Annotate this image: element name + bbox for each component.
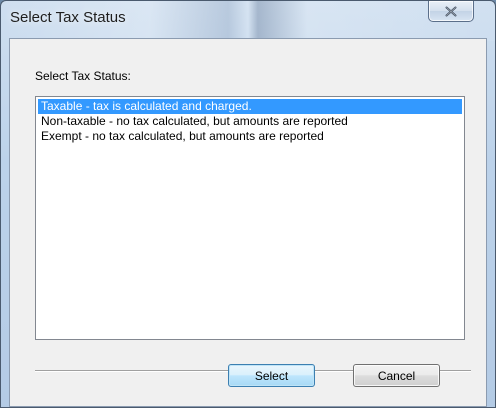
select-button-label: Select	[254, 368, 289, 383]
list-item[interactable]: Taxable - tax is calculated and charged.	[38, 99, 462, 114]
close-icon	[445, 6, 457, 17]
tax-status-listbox[interactable]: Taxable - tax is calculated and charged.…	[35, 96, 465, 340]
dialog-body: Select Tax Status: Taxable - tax is calc…	[9, 38, 487, 407]
list-item[interactable]: Exempt - no tax calculated, but amounts …	[38, 129, 462, 144]
close-button[interactable]	[428, 1, 474, 22]
window-title: Select Tax Status	[10, 9, 126, 26]
cancel-button-label: Cancel	[377, 368, 416, 383]
list-item[interactable]: Non-taxable - no tax calculated, but amo…	[38, 114, 462, 129]
prompt-label: Select Tax Status:	[35, 69, 131, 83]
select-button[interactable]: Select	[228, 364, 315, 387]
dialog-window: Select Tax Status Select Tax Status: Tax…	[0, 0, 496, 408]
cancel-button[interactable]: Cancel	[353, 364, 440, 387]
